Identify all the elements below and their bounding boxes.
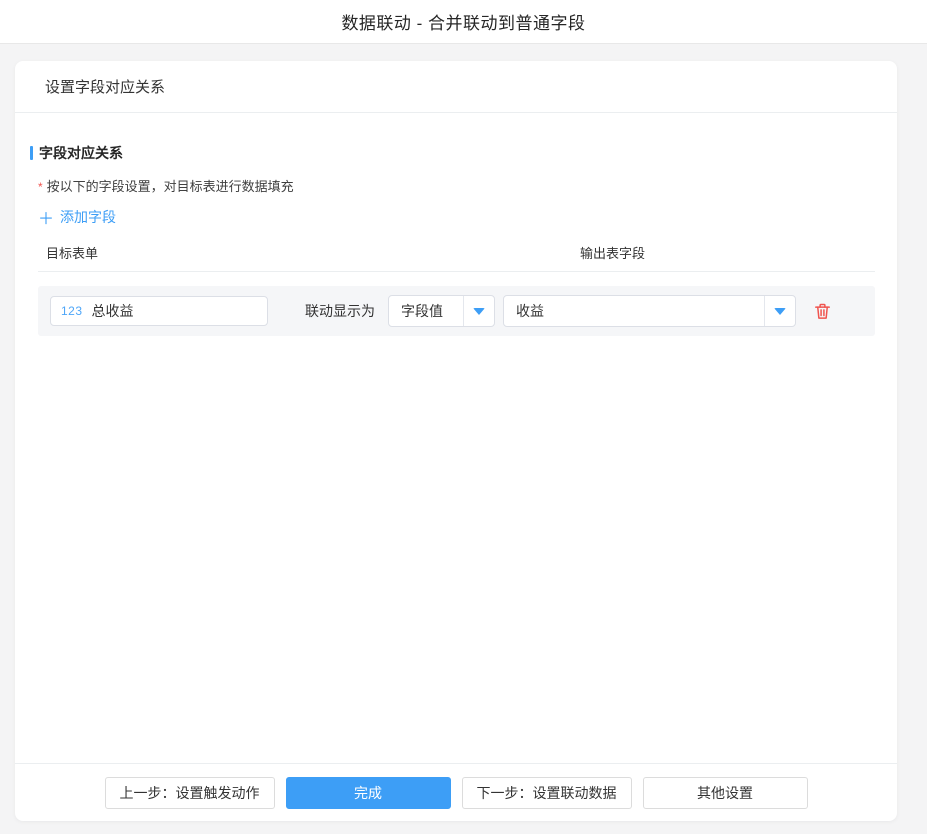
dialog-title: 数据联动 - 合并联动到普通字段	[341, 9, 585, 34]
prev-step-button[interactable]: 上一步：设置触发动作	[105, 777, 275, 809]
section-title: 字段对应关系	[30, 143, 875, 163]
card-body: 字段对应关系 * 按以下的字段设置，对目标表进行数据填充 ＋ 添加字段 目标表单 …	[15, 113, 897, 763]
other-settings-button[interactable]: 其他设置	[643, 777, 808, 809]
section-note-text: 按以下的字段设置，对目标表进行数据填充	[47, 179, 294, 194]
headers-divider	[38, 271, 875, 272]
card-title: 设置字段对应关系	[45, 76, 165, 97]
finish-button[interactable]: 完成	[286, 777, 451, 809]
dialog-header: 数据联动 - 合并联动到普通字段	[0, 0, 927, 44]
display-mode-select[interactable]: 字段值	[388, 295, 495, 327]
next-step-button[interactable]: 下一步：设置联动数据	[462, 777, 632, 809]
trash-icon	[813, 302, 832, 321]
output-field-value: 收益	[504, 301, 764, 321]
numeric-field-badge: 123	[61, 304, 83, 318]
chevron-down-icon	[774, 308, 786, 315]
column-header-output-field: 输出表字段	[580, 243, 645, 262]
display-mode-caret-cell	[463, 296, 494, 326]
output-field-caret-cell	[764, 296, 795, 326]
settings-card: 设置字段对应关系 字段对应关系 * 按以下的字段设置，对目标表进行数据填充 ＋ 添…	[15, 61, 897, 821]
delete-row-button[interactable]	[812, 301, 832, 321]
plus-icon: ＋	[38, 205, 54, 229]
mapping-row: 123 总收益 联动显示为 字段值 收益	[38, 286, 875, 336]
output-field-select[interactable]: 收益	[503, 295, 796, 327]
section-note: * 按以下的字段设置，对目标表进行数据填充	[38, 176, 875, 195]
column-headers: 目标表单 输出表字段	[38, 243, 875, 263]
target-field-input[interactable]: 123 总收益	[50, 296, 268, 326]
chevron-down-icon	[473, 308, 485, 315]
required-asterisk: *	[38, 180, 43, 194]
section-title-text: 字段对应关系	[39, 143, 123, 163]
link-display-label: 联动显示为	[305, 301, 375, 321]
column-header-target-form: 目标表单	[46, 243, 98, 262]
display-mode-value: 字段值	[389, 301, 463, 321]
add-field-link[interactable]: ＋ 添加字段	[38, 205, 116, 229]
card-header: 设置字段对应关系	[15, 61, 897, 113]
add-field-label: 添加字段	[60, 207, 116, 227]
accent-bar-icon	[30, 146, 33, 160]
target-field-value: 总收益	[92, 301, 134, 321]
footer-actions: 上一步：设置触发动作 完成 下一步：设置联动数据 其他设置	[15, 763, 897, 821]
